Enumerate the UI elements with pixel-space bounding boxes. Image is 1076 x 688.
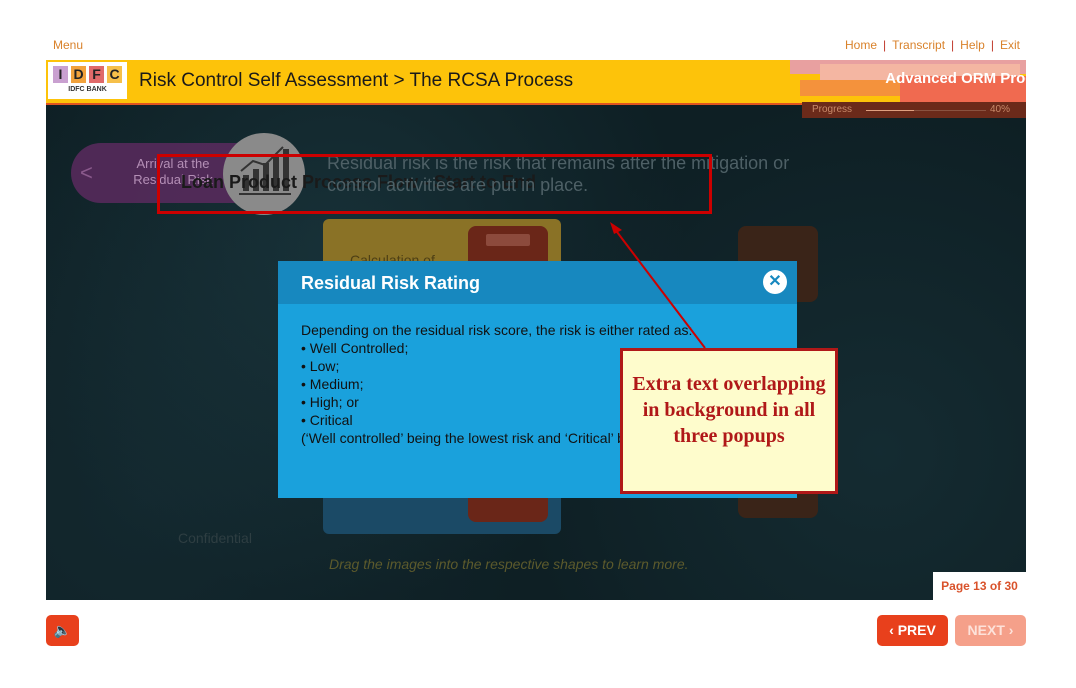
logo-letter: D (71, 66, 86, 83)
logo-letter: F (89, 66, 104, 83)
progress-track (866, 110, 986, 111)
menu-link[interactable]: Menu (53, 38, 83, 52)
page-indicator: Page 13 of 30 (933, 572, 1026, 600)
progress-label: Progress (812, 104, 853, 115)
program-title: Advanced ORM Program (885, 70, 1062, 87)
audio-button[interactable]: 🔈 (46, 615, 79, 646)
link-separator: | (990, 38, 994, 52)
drag-instruction: Drag the images into the respective shap… (329, 556, 689, 572)
progress-fill (866, 110, 914, 111)
link-separator: | (951, 38, 955, 52)
top-links: Home | Transcript | Help | Exit (845, 38, 1020, 52)
back-arrow-icon: < (80, 160, 93, 185)
overlap-highlight-box (157, 154, 712, 214)
close-icon[interactable]: ✕ (763, 270, 787, 294)
progress-percent: 40% (990, 104, 1011, 115)
link-separator: | (883, 38, 887, 52)
help-link[interactable]: Help (960, 38, 985, 52)
home-link[interactable]: Home (845, 38, 877, 52)
speaker-icon: 🔈 (53, 622, 72, 638)
popup-title: Residual Risk Rating (301, 273, 481, 293)
logo-letter: I (53, 66, 68, 83)
next-button[interactable]: NEXT › (955, 615, 1026, 646)
confidential-label: Confidential (178, 530, 252, 546)
annotation-callout: Extra text overlapping in background in … (620, 348, 838, 494)
popup-intro: Depending on the residual risk score, th… (301, 322, 693, 338)
idfc-logo: I D F C IDFC BANK (48, 62, 127, 99)
page-title: Risk Control Self Assessment > The RCSA … (139, 70, 574, 91)
prev-button[interactable]: ‹ PREV (877, 615, 948, 646)
exit-link[interactable]: Exit (1000, 38, 1020, 52)
popup-header: Residual Risk Rating ✕ (278, 261, 797, 304)
logo-subtitle: IDFC BANK (68, 86, 107, 93)
logo-letter: C (107, 66, 122, 83)
transcript-link[interactable]: Transcript (892, 38, 945, 52)
